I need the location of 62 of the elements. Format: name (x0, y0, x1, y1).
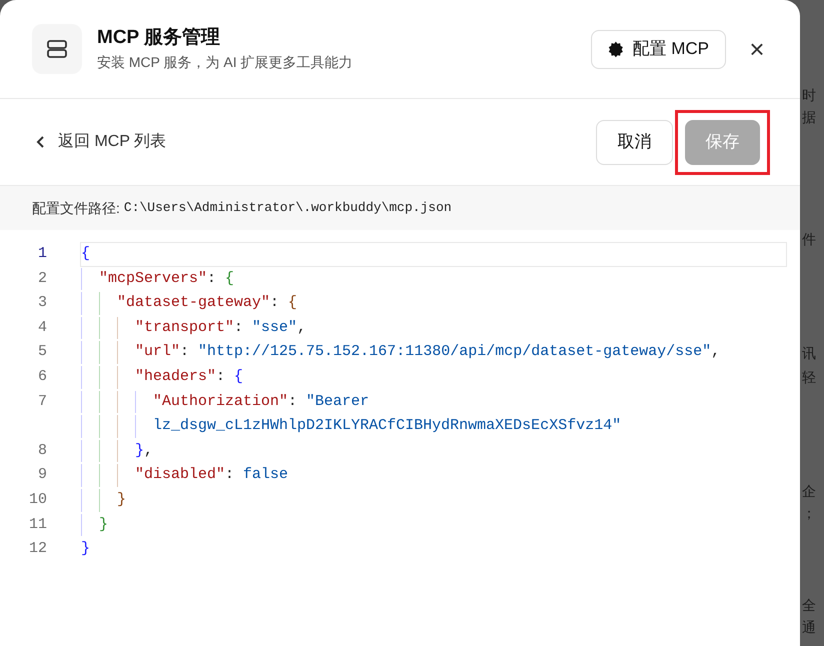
line-number: 11 (28, 514, 47, 535)
chevron-left-icon (36, 135, 46, 149)
code-punctuation: : (234, 318, 244, 338)
code-bracket: } (81, 539, 90, 560)
code-key: "mcpServers" (99, 268, 208, 290)
code-punctuation: : (216, 367, 226, 388)
code-punctuation: , (711, 342, 720, 362)
code-string: "http://125.75.152.167:11380/api/mcp/dataset-gateway/sse" (198, 342, 712, 362)
background-text: 时 (802, 86, 816, 104)
code-key: "headers" (135, 366, 216, 389)
code-bracket: } (117, 490, 126, 510)
line-number: 7 (36, 392, 47, 412)
dialog-title: MCP 服务管理 (97, 26, 222, 50)
code-punctuation: : (207, 268, 218, 289)
code-bracket: { (288, 293, 298, 314)
line-number: 2 (36, 268, 47, 289)
background-text: 全 (802, 596, 816, 614)
background-text: 据 (802, 108, 816, 126)
code-key: "disabled" (135, 464, 226, 487)
code-key: "url" (135, 341, 180, 364)
background-text: 企 (802, 482, 816, 500)
code-key: "Authorization" (153, 390, 288, 414)
code-punctuation: , (144, 440, 154, 461)
code-key: "dataset-gateway" (117, 292, 270, 315)
line-number: 8 (36, 440, 47, 461)
line-number: 1 (36, 244, 47, 264)
line-number: 12 (28, 539, 47, 560)
code-punctuation: : (225, 465, 236, 486)
code-bracket: { (225, 268, 234, 289)
code-punctuation: , (297, 318, 306, 338)
background-text: 讯 (802, 344, 816, 362)
line-number: 4 (36, 318, 47, 338)
code-key: "transport" (135, 316, 234, 340)
background-text: ； (802, 504, 816, 522)
line-number: 9 (36, 465, 47, 486)
configure-button[interactable]: 配置 MCP (590, 30, 726, 68)
back-link[interactable]: 返回 MCP 列表 (36, 130, 166, 154)
code-string: "sse" (252, 318, 298, 338)
dialog-subtitle: 安装 MCP 服务，为 AI 扩展更多工具能力 (97, 53, 353, 72)
code-string: "Bearer (306, 392, 370, 412)
code-bracket: { (81, 244, 90, 264)
code-punctuation: : (288, 392, 298, 412)
code-string: lz_dsgw_cL1zHWhlpD2IKLYRACfCIBHydRnwmaXEDsEcXSfvz14" (153, 416, 622, 436)
line-number: 5 (36, 342, 47, 362)
code-punctuation: : (180, 342, 190, 362)
code-bracket: { (234, 367, 244, 388)
code-bracket: } (135, 440, 144, 461)
gear-icon (608, 40, 624, 58)
code-bracket: } (99, 514, 108, 535)
line-number: 3 (36, 293, 47, 314)
background-text: 通 (802, 618, 816, 636)
file-path: C:\Users\Administrator\.workbuddy\mcp.json (124, 199, 452, 218)
background-text: 轻 (802, 368, 816, 386)
line-number: 10 (28, 490, 47, 510)
server-icon (32, 24, 82, 74)
code-punctuation: : (270, 293, 280, 314)
code-literal: false (243, 465, 288, 486)
background-text: 件 (802, 230, 816, 248)
cancel-button[interactable]: 取消 (596, 120, 673, 164)
path-label: 配置文件路径: (32, 198, 120, 218)
close-button[interactable]: × (746, 35, 768, 63)
line-number: 6 (36, 367, 47, 388)
